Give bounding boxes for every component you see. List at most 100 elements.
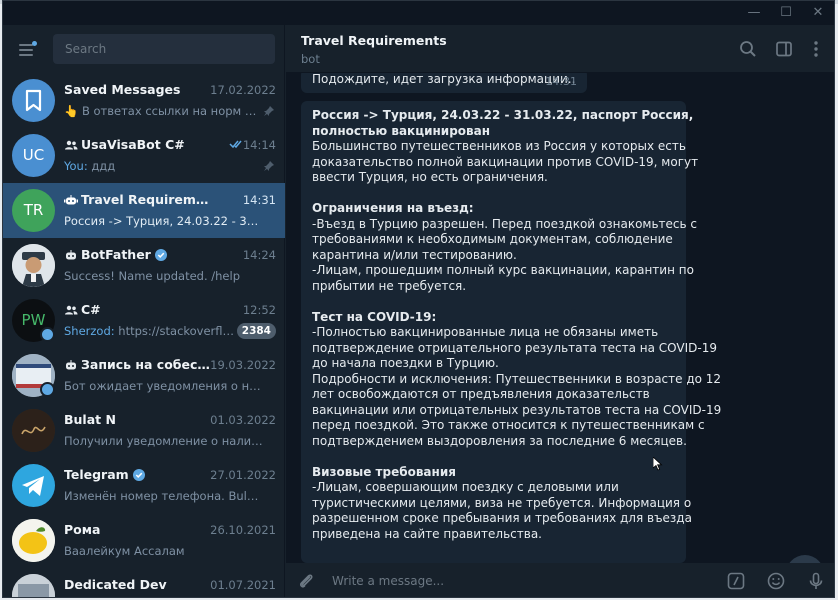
message-line: Россия -> Турция, 24.03.22 - 31.03.22, п… (312, 108, 694, 122)
chat-name: Запись на собеседов... (64, 357, 214, 372)
chat-preview: You: ддд (64, 159, 116, 173)
chat-item-visa-interview[interactable]: Запись на собеседов... 19.03.2022 Бот ож… (3, 348, 285, 403)
message-line: вакцинации или отрицательных результатов… (312, 402, 722, 417)
unread-badge: 2384 (236, 323, 276, 339)
botfather-avatar (12, 244, 55, 287)
message-time: 14:31 (545, 75, 577, 88)
avatar: TR (12, 189, 55, 232)
bot-icon (66, 250, 76, 260)
chat-name: Bulat N (64, 412, 116, 427)
message-line: перед поездкой. Это также относится к пу… (312, 418, 705, 432)
minimize-button[interactable]: — (739, 1, 769, 25)
search-input[interactable] (53, 34, 275, 64)
message-line: лет освобождаются от предъявления доказа… (312, 387, 650, 401)
chat-item-roma[interactable]: Рома 26.10.2021 Ваалейкум Ассалам (3, 513, 285, 568)
chat-item-bulat-n[interactable]: Bulat N 01.03.2022 Получили уведомление … (3, 403, 285, 458)
sidebar-toggle-icon[interactable] (774, 39, 794, 59)
chat-item-dedicated-dev[interactable]: Dedicated Dev 01.07.2021 (3, 568, 285, 597)
message-composer (286, 563, 834, 597)
verified-icon (154, 249, 167, 261)
chat-name: Travel Requirements (64, 192, 214, 207)
group-icon (65, 140, 78, 150)
message-line: до начала поездки в Турцию. (312, 356, 499, 370)
message-line: Визовые требования (312, 464, 456, 479)
message-line-gap (312, 294, 675, 310)
message-area: Подождите, идет загрузка информации.. 14… (286, 73, 834, 563)
message-line: Ограничения на въезд: (312, 201, 474, 215)
mouse-cursor-icon (653, 457, 663, 471)
chat-name: Dedicated Dev (64, 577, 167, 592)
chat-time: 14:31 (242, 193, 276, 207)
pin-icon (264, 106, 274, 116)
chat-preview: Изменён номер телефона. Bulat, Ва... (64, 489, 264, 503)
chat-preview: Получили уведомление о наличии ... (64, 434, 264, 448)
chat-name: BotFather (64, 247, 214, 262)
chat-title[interactable]: Travel Requirements (301, 33, 447, 48)
chat-name: Рома (64, 522, 101, 537)
message-line: -Лицам, прошедшим полный курс вакцинации… (312, 263, 694, 277)
close-button[interactable]: ✕ (803, 1, 833, 25)
sidebar-header (3, 25, 285, 73)
microphone-icon[interactable] (806, 571, 826, 591)
chat-name: C# (64, 302, 214, 317)
signature-avatar (12, 409, 55, 452)
chat-panel: Travel Requirements bot Подождите, идет … (286, 25, 834, 597)
message-text: Подождите, идет загрузка информации.. (312, 73, 576, 86)
chat-item-botfather[interactable]: BotFather 14:24 Success! Name updated. /… (3, 238, 285, 293)
maximize-button[interactable]: ☐ (771, 1, 801, 25)
chat-item-csharp[interactable]: PW C# 12:52 Sherzod: https://stackoverfl… (3, 293, 285, 348)
photo-avatar (12, 574, 55, 597)
message-line: туристическими целями, виза не требуется… (312, 495, 692, 510)
message-line: требованиями к необходимым документам, с… (312, 232, 673, 246)
bot-commands-icon[interactable] (726, 571, 746, 591)
emoji-icon[interactable] (766, 571, 786, 591)
chat-header: Travel Requirements bot (286, 25, 834, 73)
chat-item-travel-requirements[interactable]: TR Travel Requirements 14:31 Россия -> Т… (3, 183, 285, 238)
chat-subtitle: bot (301, 52, 320, 66)
message-line-gap (312, 449, 675, 465)
telegram-window: — ☐ ✕ Saved Messages 17.02.2022 👆 В отве… (2, 0, 835, 598)
chat-item-telegram[interactable]: Telegram 27.01.2022 Изменён номер телефо… (3, 458, 285, 513)
chat-time: 17.02.2022 (210, 83, 276, 97)
message-line: доказательство полной вакцинации против … (312, 154, 699, 169)
unread-dot (32, 41, 37, 46)
chat-item-usavisabot[interactable]: UC UsaVisaBot C# 14:14 You: ддд (3, 128, 285, 183)
double-check-icon (229, 140, 242, 149)
title-bar: — ☐ ✕ (3, 1, 834, 25)
bot-icon (64, 195, 78, 205)
chat-preview: 👆 В ответах ссылки на норм ВП... (64, 104, 264, 118)
verified-icon (132, 469, 145, 481)
message-input[interactable] (332, 571, 712, 591)
more-options-icon[interactable] (806, 39, 826, 59)
chat-time: 14:24 (242, 248, 276, 262)
hamburger-menu-icon[interactable] (17, 39, 37, 59)
online-indicator-icon (40, 327, 55, 342)
chat-time: 01.07.2021 (210, 578, 276, 592)
message-line: Тест на COVID-19: (312, 309, 437, 324)
chat-preview: Бот ожидает уведомления о новых ... (64, 379, 264, 393)
search-icon[interactable] (738, 39, 758, 59)
chat-preview: Ваалейкум Ассалам (64, 544, 185, 558)
bot-icon (66, 360, 76, 370)
bookmark-icon (12, 79, 55, 122)
avatar: UC (12, 134, 55, 177)
chat-name: Telegram (64, 467, 214, 482)
chat-list-sidebar: Saved Messages 17.02.2022 👆 В ответах сс… (3, 25, 285, 597)
chat-name: UsaVisaBot C# (64, 137, 214, 152)
message-line: Подробности и исключения: Путешественник… (312, 371, 722, 386)
pin-icon (264, 161, 274, 171)
online-indicator-icon (40, 382, 55, 397)
paperclip-icon[interactable] (296, 571, 316, 591)
chat-preview: Sherzod: https://stackoverflo... (64, 324, 239, 338)
chat-name: Saved Messages (64, 82, 181, 97)
chat-item-saved-messages[interactable]: Saved Messages 17.02.2022 👆 В ответах сс… (3, 73, 285, 128)
message-bubble-loading: Подождите, идет загрузка информации.. 14… (301, 73, 587, 93)
chat-time: 01.03.2022 (210, 413, 276, 427)
message-line: подтверждение отрицательного результата … (312, 340, 717, 355)
message-line: карантина и/или тестированию. (312, 247, 517, 262)
chat-time: 19.03.2022 (210, 358, 276, 372)
message-line: -Лицам, совершающим поездку с деловыми и… (312, 480, 619, 494)
lemon-avatar (12, 519, 55, 562)
scroll-down-button[interactable] (786, 555, 824, 563)
message-line-gap (312, 186, 675, 202)
